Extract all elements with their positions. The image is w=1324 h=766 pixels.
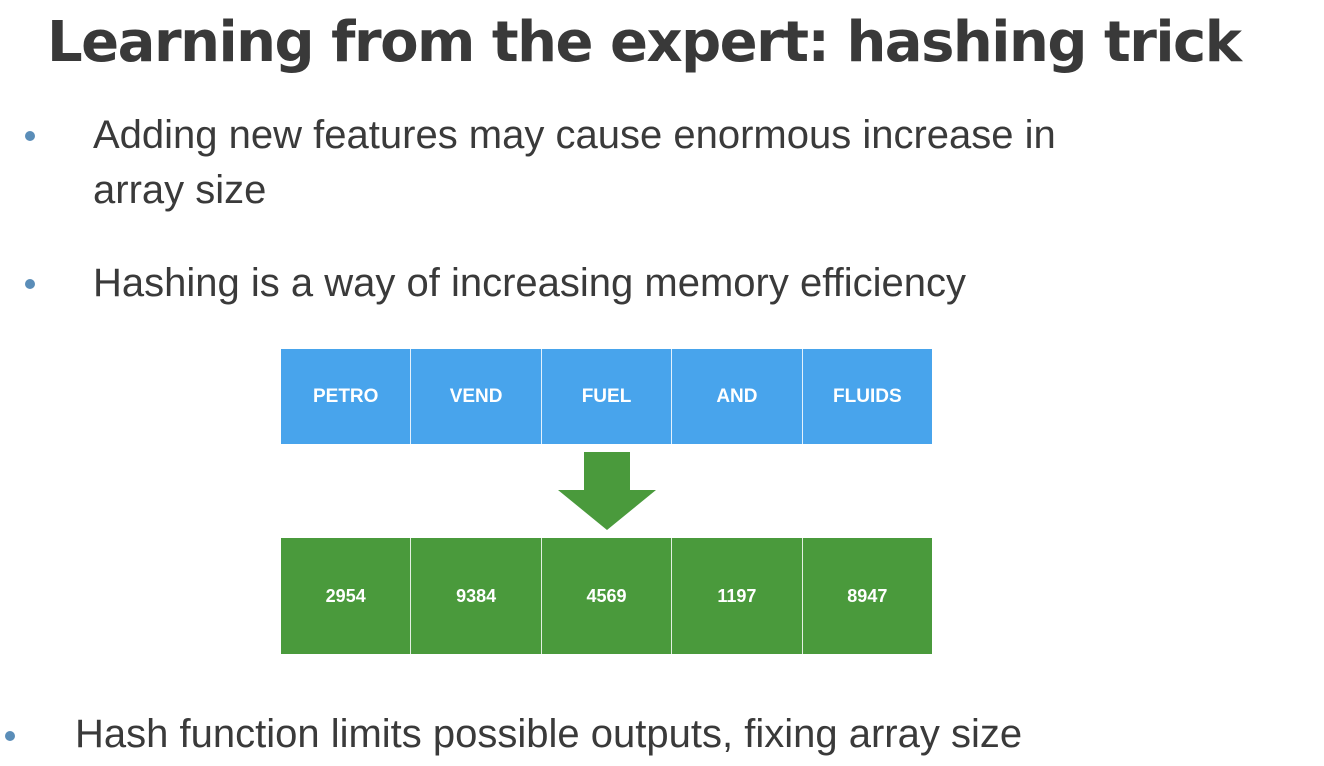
- hash-cell: 4569: [541, 538, 673, 654]
- bullet-dot: [25, 131, 35, 141]
- bullet-1-line-2: array size: [93, 168, 267, 212]
- token-cell: AND: [672, 349, 803, 444]
- bullet-1-line-1: Adding new features may cause enormous i…: [93, 113, 1056, 157]
- bullet-dot: [25, 279, 35, 289]
- hash-cell: 9384: [411, 538, 542, 654]
- hash-row: 2954 9384 4569 1197 8947: [281, 538, 933, 654]
- bullet-dot: [5, 731, 15, 741]
- token-cell: FUEL: [541, 349, 673, 444]
- token-cell: VEND: [411, 349, 542, 444]
- token-cell: FLUIDS: [802, 349, 933, 444]
- hash-cell: 1197: [672, 538, 803, 654]
- slide-title: Learning from the expert: hashing trick: [47, 10, 1242, 75]
- token-row: PETRO VEND FUEL AND FLUIDS: [281, 349, 933, 444]
- down-arrow-icon: [558, 452, 656, 530]
- bullet-3-text: Hash function limits possible outputs, f…: [75, 712, 1023, 756]
- bullet-2-text: Hashing is a way of increasing memory ef…: [93, 261, 966, 305]
- hash-cell: 2954: [281, 538, 412, 654]
- slide: Learning from the expert: hashing trick …: [0, 0, 1324, 766]
- hash-cell: 8947: [802, 538, 933, 654]
- token-cell: PETRO: [281, 349, 412, 444]
